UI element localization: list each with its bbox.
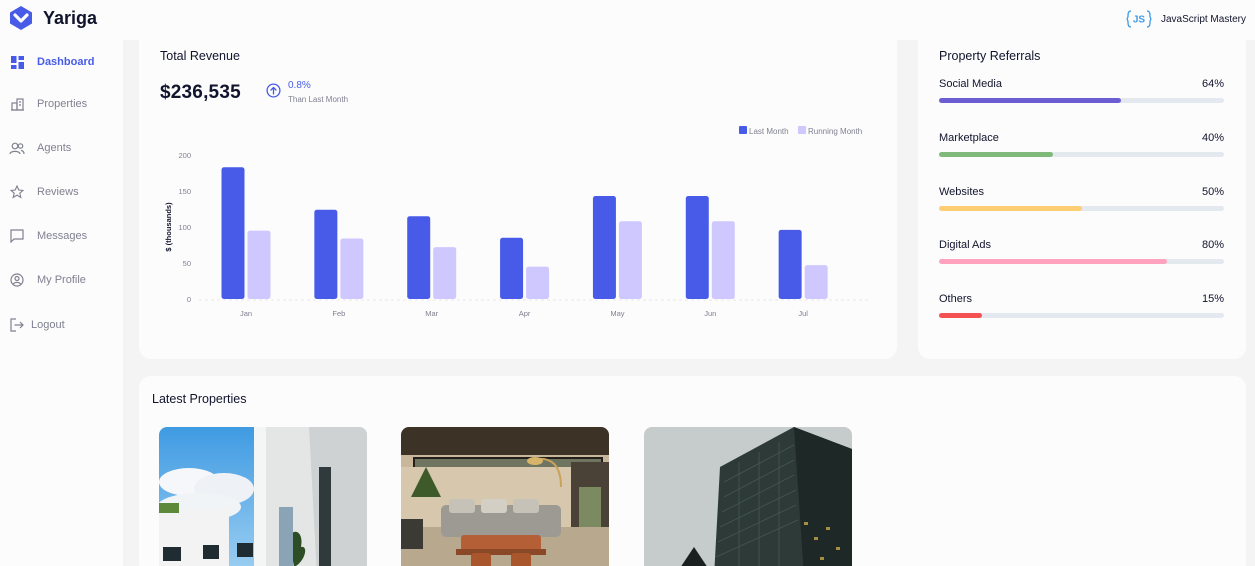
legend-swatch	[798, 126, 806, 134]
sidebar-item-label: Properties	[37, 98, 88, 110]
referral-percent: 80%	[1201, 239, 1224, 251]
sidebar: Yariga Dashboard Properties Agents Revie…	[0, 0, 123, 566]
avatar: JS	[1126, 10, 1152, 28]
bar-last-month	[778, 229, 802, 299]
avatar-initials: JS	[1133, 15, 1146, 26]
yariga-logo-icon	[10, 6, 32, 30]
bar-running-month	[526, 266, 550, 299]
referral-name: Digital Ads	[939, 239, 991, 251]
y-tick-label: 0	[187, 295, 191, 304]
bar-running-month	[433, 247, 457, 299]
sidebar-item-dashboard[interactable]: Dashboard	[0, 48, 123, 76]
referral-progress-fill	[939, 313, 982, 318]
y-axis-label: $ (thousands)	[164, 202, 173, 252]
app-logo[interactable]: Yariga	[8, 5, 97, 31]
sidebar-item-label: Agents	[37, 142, 72, 154]
y-tick-label: 200	[178, 151, 191, 160]
sidebar-item-label: Messages	[37, 230, 88, 242]
legend-swatch	[739, 126, 747, 134]
referral-progress-track	[939, 152, 1224, 157]
bar-last-month	[314, 209, 338, 299]
x-tick-label: Jul	[798, 309, 808, 318]
referral-percent: 40%	[1201, 132, 1224, 144]
sidebar-item-logout[interactable]: Logout	[0, 311, 123, 339]
latest-properties-title: Latest Properties	[152, 392, 247, 406]
x-tick-label: Jan	[240, 309, 252, 318]
total-revenue-card: Total Revenue $236,535 0.8% Than Last Mo…	[139, 28, 897, 359]
referral-progress-track	[939, 259, 1224, 264]
bar-last-month	[221, 167, 245, 299]
bar-last-month	[500, 237, 524, 299]
referral-progress-track	[939, 98, 1224, 103]
revenue-bar-chart: 0 50 100 150 200 $ (thousands) Jan Feb Mar Apr May…	[164, 126, 869, 318]
referral-progress-fill	[939, 259, 1167, 264]
referral-progress-track	[939, 206, 1224, 211]
user-name: JavaScript Mastery	[1160, 13, 1246, 25]
app-name: Yariga	[43, 7, 98, 28]
bar-running-month	[804, 265, 828, 299]
sidebar-item-label: Dashboard	[37, 56, 95, 68]
referral-percent: 50%	[1201, 186, 1224, 198]
bar-last-month	[592, 196, 616, 299]
x-tick-label: May	[610, 309, 624, 318]
y-tick-label: 150	[178, 187, 191, 196]
sidebar-item-messages[interactable]: Messages	[0, 222, 123, 250]
bar-running-month	[340, 238, 364, 299]
referral-name: Websites	[939, 186, 985, 198]
referral-progress-track	[939, 313, 1224, 318]
referral-percent: 15%	[1201, 293, 1224, 305]
x-tick-label: Mar	[425, 309, 438, 318]
referral-name: Others	[939, 293, 973, 305]
sidebar-item-reviews[interactable]: Reviews	[0, 178, 123, 206]
sidebar-item-label: Logout	[31, 319, 65, 331]
referral-progress-fill	[939, 98, 1122, 103]
message-icon	[9, 228, 25, 244]
properties-icon	[9, 96, 25, 112]
x-tick-label: Apr	[519, 309, 531, 318]
bar-running-month	[247, 230, 271, 299]
property-image-skyscraper[interactable]	[644, 427, 852, 566]
legend-label: Last Month	[749, 127, 789, 136]
star-icon	[9, 184, 25, 200]
referral-name: Marketplace	[939, 132, 999, 144]
referral-progress-fill	[939, 152, 1053, 157]
bar-running-month	[711, 221, 735, 299]
user-profile[interactable]: JS JavaScript Mastery	[1126, 10, 1246, 28]
logout-icon	[9, 317, 25, 333]
profile-icon	[9, 272, 25, 288]
y-tick-label: 50	[183, 259, 191, 268]
property-image-building[interactable]	[159, 427, 367, 566]
x-tick-label: Feb	[332, 309, 345, 318]
sidebar-item-my-profile[interactable]: My Profile	[0, 266, 123, 294]
bar-last-month	[407, 216, 431, 299]
referral-name: Social Media	[939, 78, 1002, 90]
agents-icon	[9, 140, 25, 156]
referrals-title: Property Referrals	[939, 49, 1041, 63]
property-image-living-room[interactable]	[401, 427, 609, 566]
referral-progress-fill	[939, 206, 1082, 211]
sidebar-item-agents[interactable]: Agents	[0, 134, 123, 162]
property-referrals-card: Property Referrals Social Media 64% Market…	[918, 28, 1246, 359]
dashboard-icon	[9, 54, 25, 70]
legend-label: Running Month	[808, 127, 862, 136]
latest-properties-card: Latest Properties	[139, 376, 1246, 566]
sidebar-item-label: Reviews	[37, 186, 79, 198]
bar-running-month	[618, 221, 642, 299]
x-tick-label: Jun	[704, 309, 716, 318]
y-tick-label: 100	[178, 223, 191, 232]
bar-last-month	[685, 196, 709, 299]
sidebar-item-properties[interactable]: Properties	[0, 90, 123, 118]
referral-percent: 64%	[1201, 78, 1224, 90]
sidebar-item-label: My Profile	[37, 274, 86, 286]
